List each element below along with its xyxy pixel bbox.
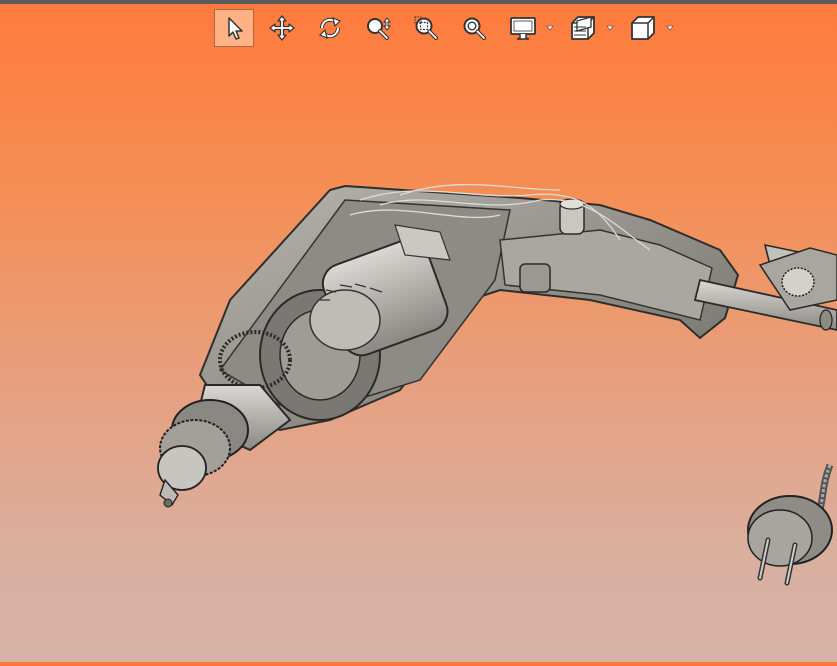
view-orientation-dropdown[interactable] (622, 9, 674, 47)
zoom-fit-tool-button[interactable] (454, 9, 494, 47)
section-cube-icon (571, 16, 595, 40)
drill-chuck (157, 384, 292, 508)
display-style-dropdown[interactable] (502, 9, 554, 47)
pan-tool-button[interactable] (262, 9, 302, 47)
rotate-icon (318, 16, 342, 40)
window-top-border (0, 0, 837, 4)
zoom-fit-icon (463, 17, 486, 40)
pointer-arrow-icon (228, 17, 243, 40)
monitor-icon (510, 17, 536, 40)
drill-assembly-model[interactable] (0, 50, 837, 662)
view-toolbar (214, 8, 682, 48)
section-view-dropdown[interactable] (562, 9, 614, 47)
chevron-down-icon (666, 25, 674, 31)
rotate-tool-button[interactable] (310, 9, 350, 47)
move-arrows-icon (269, 15, 295, 41)
chevron-down-icon (546, 25, 554, 31)
zoom-tool-button[interactable] (358, 9, 398, 47)
power-plug (747, 463, 834, 586)
cube-outline-icon (631, 16, 655, 40)
3d-viewport[interactable] (0, 50, 837, 662)
zoom-window-icon (414, 16, 438, 40)
zoom-window-tool-button[interactable] (406, 9, 446, 47)
zoom-updown-icon (367, 17, 391, 40)
chevron-down-icon (606, 25, 614, 31)
select-tool-button[interactable] (214, 9, 254, 47)
